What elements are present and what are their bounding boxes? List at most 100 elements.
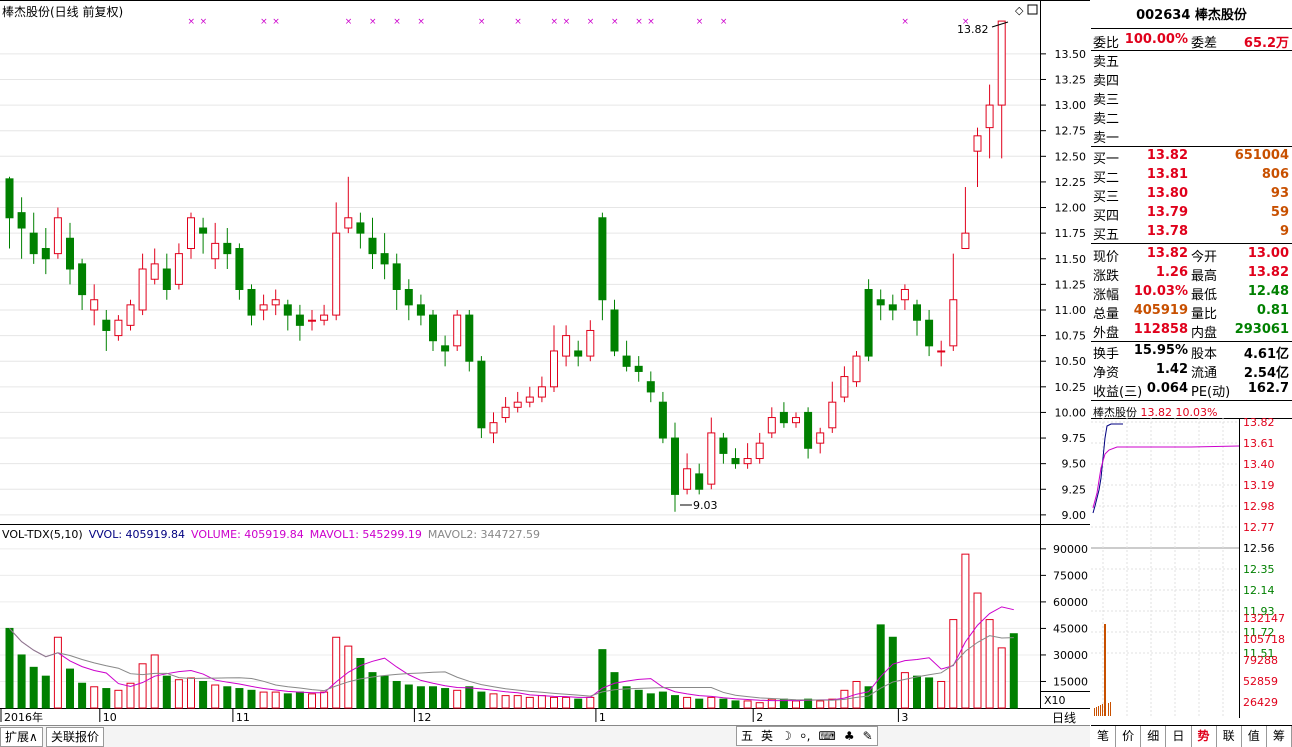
- tab-5[interactable]: 联: [1217, 726, 1242, 747]
- volume-bar[interactable]: [973, 592, 982, 709]
- volume-bar[interactable]: [90, 686, 99, 709]
- candle[interactable]: [344, 176, 353, 234]
- candle[interactable]: [187, 212, 195, 259]
- candle[interactable]: [779, 402, 788, 428]
- tab-1[interactable]: 价: [1116, 726, 1142, 747]
- candle[interactable]: [586, 320, 595, 362]
- candle[interactable]: [574, 340, 583, 367]
- diamond-icon[interactable]: ◇: [1015, 4, 1024, 17]
- candle[interactable]: [913, 299, 921, 336]
- candle[interactable]: [767, 407, 776, 439]
- candle[interactable]: [247, 284, 256, 326]
- ime-item[interactable]: ⸰,: [796, 727, 815, 745]
- candle[interactable]: [380, 233, 389, 280]
- volume-bar[interactable]: [477, 691, 486, 709]
- candle[interactable]: [683, 453, 692, 495]
- candle[interactable]: [211, 222, 220, 269]
- volume-bar[interactable]: [634, 689, 643, 709]
- candle[interactable]: [961, 187, 970, 250]
- candle[interactable]: [973, 127, 982, 188]
- tab-0[interactable]: 笔: [1091, 726, 1117, 747]
- candle[interactable]: [308, 309, 316, 331]
- candle[interactable]: [562, 325, 571, 367]
- volume-bar[interactable]: [416, 686, 425, 709]
- volume-bar[interactable]: [695, 698, 704, 709]
- volume-bar[interactable]: [658, 691, 667, 709]
- volume-bar[interactable]: [864, 686, 873, 709]
- volume-bar[interactable]: [211, 684, 220, 709]
- tab-2[interactable]: 细: [1141, 726, 1167, 747]
- period-label[interactable]: 日线: [1052, 711, 1076, 725]
- candle[interactable]: [53, 207, 62, 259]
- candle[interactable]: [997, 20, 1006, 159]
- candle[interactable]: [429, 309, 437, 351]
- candle[interactable]: [888, 294, 897, 321]
- ime-item[interactable]: ☽: [777, 727, 796, 745]
- candle[interactable]: [634, 356, 643, 382]
- expand-button[interactable]: 扩展∧: [0, 727, 43, 747]
- candle[interactable]: [852, 350, 861, 387]
- volume-bar[interactable]: [187, 677, 195, 709]
- candle[interactable]: [537, 376, 546, 403]
- volume-bar[interactable]: [368, 672, 377, 709]
- candle[interactable]: [29, 212, 38, 264]
- volume-bar[interactable]: [162, 675, 171, 709]
- candle[interactable]: [695, 463, 704, 495]
- candle[interactable]: [66, 222, 74, 285]
- volume-bar[interactable]: [5, 627, 14, 709]
- candle[interactable]: [102, 309, 111, 351]
- volume-bar[interactable]: [671, 695, 679, 709]
- ime-item[interactable]: 英: [757, 727, 777, 745]
- intraday-chart[interactable]: 13.82 13.61 13.40 13.19 12.98 12.77 12.56 12.35…: [1091, 418, 1292, 723]
- volume-bar[interactable]: [29, 666, 38, 709]
- candle[interactable]: [356, 212, 365, 249]
- candle[interactable]: [174, 243, 183, 290]
- tab-7[interactable]: 筹: [1267, 726, 1292, 747]
- candle[interactable]: [5, 176, 14, 249]
- candle[interactable]: [114, 315, 123, 341]
- volume-bar[interactable]: [53, 636, 62, 709]
- candle[interactable]: [513, 391, 522, 413]
- volume-bar[interactable]: [174, 679, 183, 709]
- candle[interactable]: [707, 417, 716, 490]
- restore-icon[interactable]: [1027, 4, 1038, 15]
- candle[interactable]: [320, 304, 329, 326]
- tab-6[interactable]: 值: [1242, 726, 1267, 747]
- candle[interactable]: [41, 228, 50, 275]
- candle[interactable]: [622, 340, 631, 372]
- candle[interactable]: [416, 294, 425, 326]
- candle[interactable]: [501, 397, 510, 423]
- candle[interactable]: [755, 432, 764, 464]
- volume-bar[interactable]: [199, 680, 208, 709]
- candle[interactable]: [78, 258, 87, 310]
- candle[interactable]: [441, 335, 450, 367]
- candle[interactable]: [719, 432, 728, 464]
- volume-bar[interactable]: [876, 624, 885, 709]
- candle[interactable]: [126, 299, 135, 331]
- candle[interactable]: [368, 217, 377, 269]
- candle[interactable]: [453, 309, 462, 351]
- candle[interactable]: [731, 448, 740, 469]
- ime-item[interactable]: ✎: [859, 727, 877, 745]
- volume-bar[interactable]: [489, 693, 498, 709]
- volume-bar[interactable]: [622, 686, 631, 709]
- volume-bar[interactable]: [247, 689, 256, 709]
- volume-bar[interactable]: [586, 696, 595, 709]
- tab-4[interactable]: 势: [1192, 726, 1217, 747]
- candle[interactable]: [199, 217, 208, 254]
- tab-3[interactable]: 日: [1166, 726, 1192, 747]
- candle[interactable]: [162, 253, 171, 300]
- volume-bar[interactable]: [598, 649, 607, 709]
- candle[interactable]: [925, 309, 934, 357]
- volume-bar[interactable]: [235, 688, 244, 709]
- volume-bar[interactable]: [683, 696, 692, 709]
- ime-item[interactable]: 五: [737, 727, 757, 745]
- volume-bar[interactable]: [308, 693, 316, 709]
- volume-bar[interactable]: [562, 696, 571, 709]
- volume-bar[interactable]: [223, 686, 232, 709]
- volume-bar[interactable]: [646, 693, 655, 709]
- volume-bar[interactable]: [574, 698, 583, 709]
- volume-bar[interactable]: [997, 647, 1006, 709]
- candle[interactable]: [138, 253, 147, 316]
- volume-bar[interactable]: [985, 619, 994, 709]
